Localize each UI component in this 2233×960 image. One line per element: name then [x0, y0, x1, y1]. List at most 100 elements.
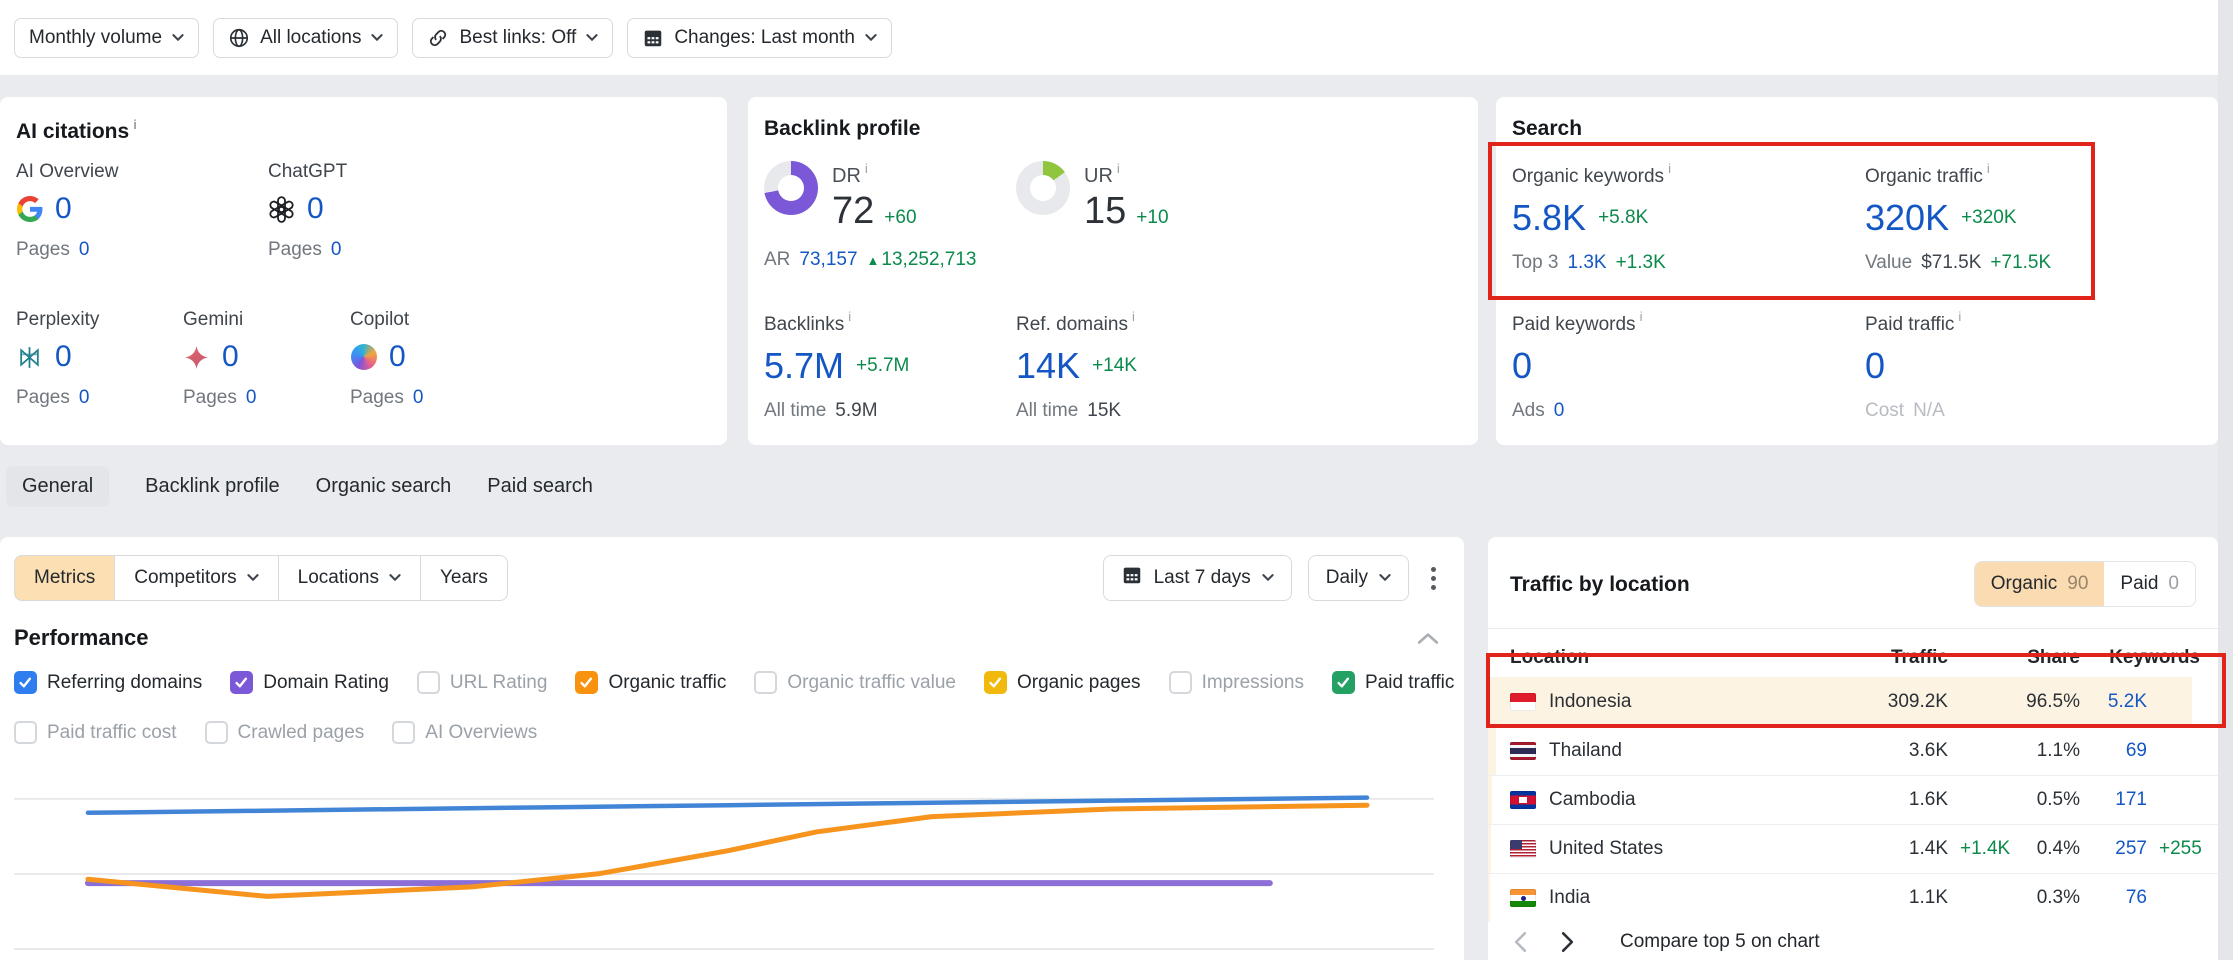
checkbox-checked[interactable] [984, 671, 1007, 694]
pages-value[interactable]: 0 [413, 387, 424, 409]
checkbox-paid-traffic[interactable]: Paid traffic [1332, 671, 1454, 694]
ai-citations-card: AI citations AI Overview 0 Pages0 ChatGP… [0, 97, 727, 445]
checkbox-checked[interactable] [575, 671, 598, 694]
segment-locations[interactable]: Locations [278, 555, 421, 601]
checkbox-unchecked[interactable] [417, 671, 440, 694]
pages-value[interactable]: 0 [79, 387, 90, 409]
ref-domains-delta: +14K [1092, 355, 1137, 377]
organic-traffic-delta: +320K [1961, 207, 2016, 229]
column-location[interactable]: Location [1510, 647, 1810, 669]
tab-organic-search[interactable]: Organic search [316, 466, 452, 507]
pages-value[interactable]: 0 [79, 239, 90, 261]
more-options-menu[interactable] [1425, 561, 1442, 596]
pages-value[interactable]: 0 [331, 239, 342, 261]
scrollbar-track[interactable] [2218, 0, 2233, 960]
checkbox-unchecked[interactable] [205, 721, 228, 744]
info-icon [1636, 309, 1643, 336]
gemini-label: Gemini [183, 309, 350, 331]
checkbox-crawled-pages[interactable]: Crawled pages [205, 721, 365, 744]
granularity-select[interactable]: Daily [1308, 555, 1409, 601]
checkbox-impressions[interactable]: Impressions [1169, 671, 1304, 694]
changes-label: Changes: Last month [674, 27, 855, 49]
organic-traffic-value[interactable]: 320K [1865, 196, 1949, 240]
checkbox-organic-pages[interactable]: Organic pages [984, 671, 1141, 694]
checkbox-unchecked[interactable] [392, 721, 415, 744]
paid-traffic-value[interactable]: 0 [1865, 344, 1885, 388]
best-links-label: Best links: Off [459, 27, 576, 49]
paid-keywords-value[interactable]: 0 [1512, 344, 1532, 388]
ads-value[interactable]: 0 [1554, 400, 1565, 422]
checkbox-checked[interactable] [1332, 671, 1355, 694]
checkbox-organic-traffic[interactable]: Organic traffic [575, 671, 726, 694]
previous-page-icon[interactable] [1510, 927, 1531, 957]
changes-filter[interactable]: Changes: Last month [627, 18, 892, 58]
next-page-icon[interactable] [1557, 927, 1578, 957]
ar-label: AR [764, 249, 790, 271]
checkbox-domain-rating[interactable]: Domain Rating [230, 671, 389, 694]
collapse-chevron-icon[interactable] [1418, 631, 1438, 649]
value-delta: +71.5K [1990, 252, 2051, 274]
value-label: Value [1865, 252, 1912, 274]
toggle-organic[interactable]: Organic90 [1975, 562, 2105, 606]
traffic-by-location-card: Traffic by location Organic90 Paid0 Loca… [1488, 537, 2218, 960]
share-bar [1488, 874, 1490, 922]
keywords-link[interactable]: 69 [2080, 740, 2147, 762]
ur-label: UR [1084, 161, 1169, 188]
table-row-cambodia[interactable]: Cambodia 1.6K 0.5% 171 [1488, 775, 2218, 824]
column-keywords[interactable]: Keywords [2080, 647, 2200, 669]
checkbox-unchecked[interactable] [754, 671, 777, 694]
organic-keywords-value[interactable]: 5.8K [1512, 196, 1586, 240]
toggle-paid[interactable]: Paid0 [2104, 562, 2195, 606]
ar-value[interactable]: 73,157 [799, 249, 857, 271]
locations-filter[interactable]: All locations [213, 18, 398, 58]
backlinks-value[interactable]: 5.7M [764, 344, 844, 388]
checkbox-unchecked[interactable] [1169, 671, 1192, 694]
tab-backlink-profile[interactable]: Backlink profile [145, 466, 280, 507]
checkbox-checked[interactable] [230, 671, 253, 694]
locations-label: All locations [260, 27, 361, 49]
table-row-thailand[interactable]: Thailand 3.6K 1.1% 69 [1488, 726, 2218, 775]
table-row-indonesia[interactable]: Indonesia 309.2K 96.5% 5.2K [1488, 677, 2218, 726]
segment-metrics[interactable]: Metrics [14, 555, 115, 601]
tab-general[interactable]: General [6, 466, 109, 507]
gemini-value[interactable]: 0 [222, 339, 239, 375]
monthly-volume-filter[interactable]: Monthly volume [14, 18, 199, 58]
segment-competitors[interactable]: Competitors [114, 555, 278, 601]
ref-domains-value[interactable]: 14K [1016, 344, 1080, 388]
keywords-link[interactable]: 257 [2080, 838, 2147, 860]
column-traffic[interactable]: Traffic [1810, 647, 1948, 669]
segment-years[interactable]: Years [420, 555, 508, 601]
keywords-link[interactable]: 76 [2080, 887, 2147, 909]
checkbox-checked[interactable] [14, 671, 37, 694]
checkbox-url-rating[interactable]: URL Rating [417, 671, 548, 694]
ai-overview-value[interactable]: 0 [55, 191, 72, 227]
share-value: 0.3% [2008, 887, 2080, 909]
pages-label: Pages [268, 239, 322, 261]
checkbox-organic-traffic-value[interactable]: Organic traffic value [754, 671, 956, 694]
chatgpt-value[interactable]: 0 [307, 191, 324, 227]
all-time-label: All time [1016, 400, 1078, 422]
share-bar [1488, 825, 1491, 873]
date-range-select[interactable]: Last 7 days [1103, 555, 1292, 601]
link-icon [427, 27, 449, 49]
checkbox-ai-overviews[interactable]: AI Overviews [392, 721, 537, 744]
checkbox-unchecked[interactable] [14, 721, 37, 744]
compare-top5-action[interactable]: Compare top 5 on chart [1620, 931, 1820, 953]
keywords-link[interactable]: 5.2K [2080, 691, 2147, 713]
keywords-link[interactable]: 171 [2080, 789, 2147, 811]
perplexity-value[interactable]: 0 [55, 339, 72, 375]
column-share[interactable]: Share [2008, 647, 2080, 669]
chevron-down-icon [389, 574, 401, 582]
ads-label: Ads [1512, 400, 1545, 422]
table-row-united-states[interactable]: United States 1.4K +1.4K 0.4% 257 +255 [1488, 824, 2218, 873]
top3-value[interactable]: 1.3K [1567, 252, 1606, 274]
best-links-filter[interactable]: Best links: Off [412, 18, 613, 58]
traffic-value: 3.6K [1810, 740, 1948, 762]
copilot-value[interactable]: 0 [389, 339, 406, 375]
checkbox-paid-traffic-cost[interactable]: Paid traffic cost [14, 721, 177, 744]
pages-value[interactable]: 0 [246, 387, 257, 409]
checkbox-referring-domains[interactable]: Referring domains [14, 671, 202, 694]
tab-paid-search[interactable]: Paid search [487, 466, 593, 507]
table-row-india[interactable]: India 1.1K 0.3% 76 [1488, 873, 2218, 922]
cost-label: Cost [1865, 400, 1904, 422]
